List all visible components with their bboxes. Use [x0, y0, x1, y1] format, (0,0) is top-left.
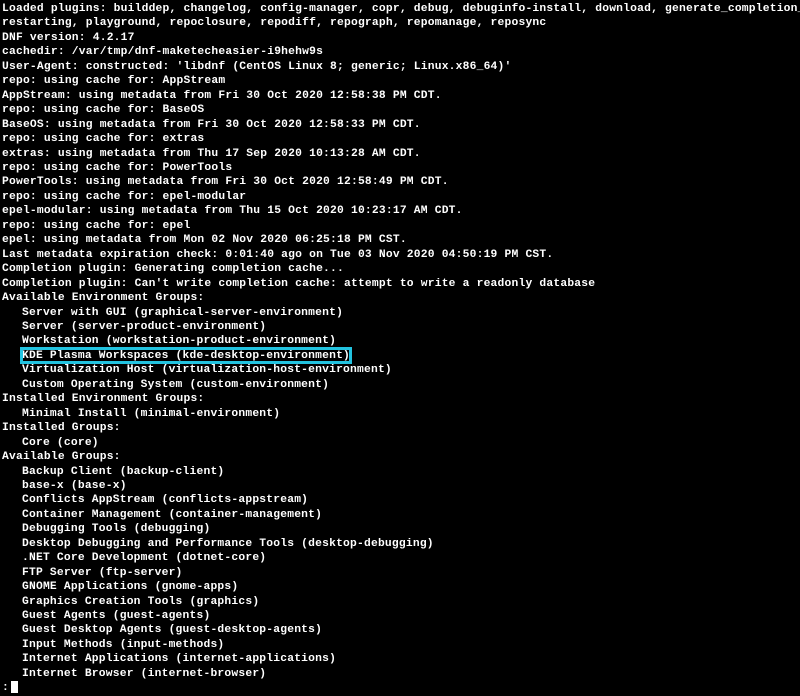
terminal-line: restarting, playground, repoclosure, rep…	[2, 16, 800, 30]
terminal-line: Backup Client (backup-client)	[2, 465, 800, 479]
terminal-line: Minimal Install (minimal-environment)	[2, 407, 800, 421]
terminal-line: repo: using cache for: AppStream	[2, 74, 800, 88]
terminal-line: Server with GUI (graphical-server-enviro…	[2, 306, 800, 320]
kde-plasma-group: KDE Plasma Workspaces (kde-desktop-envir…	[2, 349, 800, 363]
terminal-line: Custom Operating System (custom-environm…	[2, 378, 800, 392]
pager-prompt[interactable]: :	[2, 681, 800, 695]
terminal-line: Guest Agents (guest-agents)	[2, 609, 800, 623]
terminal-line: Available Environment Groups:	[2, 291, 800, 305]
cursor-icon	[11, 681, 18, 693]
terminal-line: Loaded plugins: builddep, changelog, con…	[2, 2, 800, 16]
terminal-line: Input Methods (input-methods)	[2, 638, 800, 652]
terminal-line: Container Management (container-manageme…	[2, 508, 800, 522]
terminal-line: DNF version: 4.2.17	[2, 31, 800, 45]
terminal-line: Completion plugin: Can't write completio…	[2, 277, 800, 291]
terminal-line: extras: using metadata from Thu 17 Sep 2…	[2, 147, 800, 161]
terminal-line: Internet Applications (internet-applicat…	[2, 652, 800, 666]
terminal-line: repo: using cache for: extras	[2, 132, 800, 146]
terminal-line: Last metadata expiration check: 0:01:40 …	[2, 248, 800, 262]
terminal-line: Core (core)	[2, 436, 800, 450]
terminal-line: Debugging Tools (debugging)	[2, 522, 800, 536]
terminal-line: repo: using cache for: epel	[2, 219, 800, 233]
terminal-line: cachedir: /var/tmp/dnf-maketecheasier-i9…	[2, 45, 800, 59]
highlighted-group-row: KDE Plasma Workspaces (kde-desktop-envir…	[2, 349, 800, 363]
terminal-line: Server (server-product-environment)	[2, 320, 800, 334]
terminal-line: Graphics Creation Tools (graphics)	[2, 595, 800, 609]
terminal-line: BaseOS: using metadata from Fri 30 Oct 2…	[2, 118, 800, 132]
terminal-line: base-x (base-x)	[2, 479, 800, 493]
terminal-line: Completion plugin: Generating completion…	[2, 262, 800, 276]
terminal-line: Internet Browser (internet-browser)	[2, 667, 800, 681]
terminal-line: FTP Server (ftp-server)	[2, 566, 800, 580]
terminal-line: AppStream: using metadata from Fri 30 Oc…	[2, 89, 800, 103]
terminal-line: Workstation (workstation-product-environ…	[2, 334, 800, 348]
terminal-line: GNOME Applications (gnome-apps)	[2, 580, 800, 594]
terminal-line: Installed Groups:	[2, 421, 800, 435]
terminal-line: Installed Environment Groups:	[2, 392, 800, 406]
terminal-line: User-Agent: constructed: 'libdnf (CentOS…	[2, 60, 800, 74]
terminal-line: Available Groups:	[2, 450, 800, 464]
terminal-line: epel: using metadata from Mon 02 Nov 202…	[2, 233, 800, 247]
terminal-line: Virtualization Host (virtualization-host…	[2, 363, 800, 377]
terminal-line: epel-modular: using metadata from Thu 15…	[2, 204, 800, 218]
terminal-line: repo: using cache for: epel-modular	[2, 190, 800, 204]
terminal-line: PowerTools: using metadata from Fri 30 O…	[2, 175, 800, 189]
terminal-line: .NET Core Development (dotnet-core)	[2, 551, 800, 565]
terminal-line: Guest Desktop Agents (guest-desktop-agen…	[2, 623, 800, 637]
terminal-line: Conflicts AppStream (conflicts-appstream…	[2, 493, 800, 507]
terminal-line: Desktop Debugging and Performance Tools …	[2, 537, 800, 551]
terminal-output: Loaded plugins: builddep, changelog, con…	[2, 2, 800, 696]
terminal-line: repo: using cache for: PowerTools	[2, 161, 800, 175]
terminal-line: repo: using cache for: BaseOS	[2, 103, 800, 117]
